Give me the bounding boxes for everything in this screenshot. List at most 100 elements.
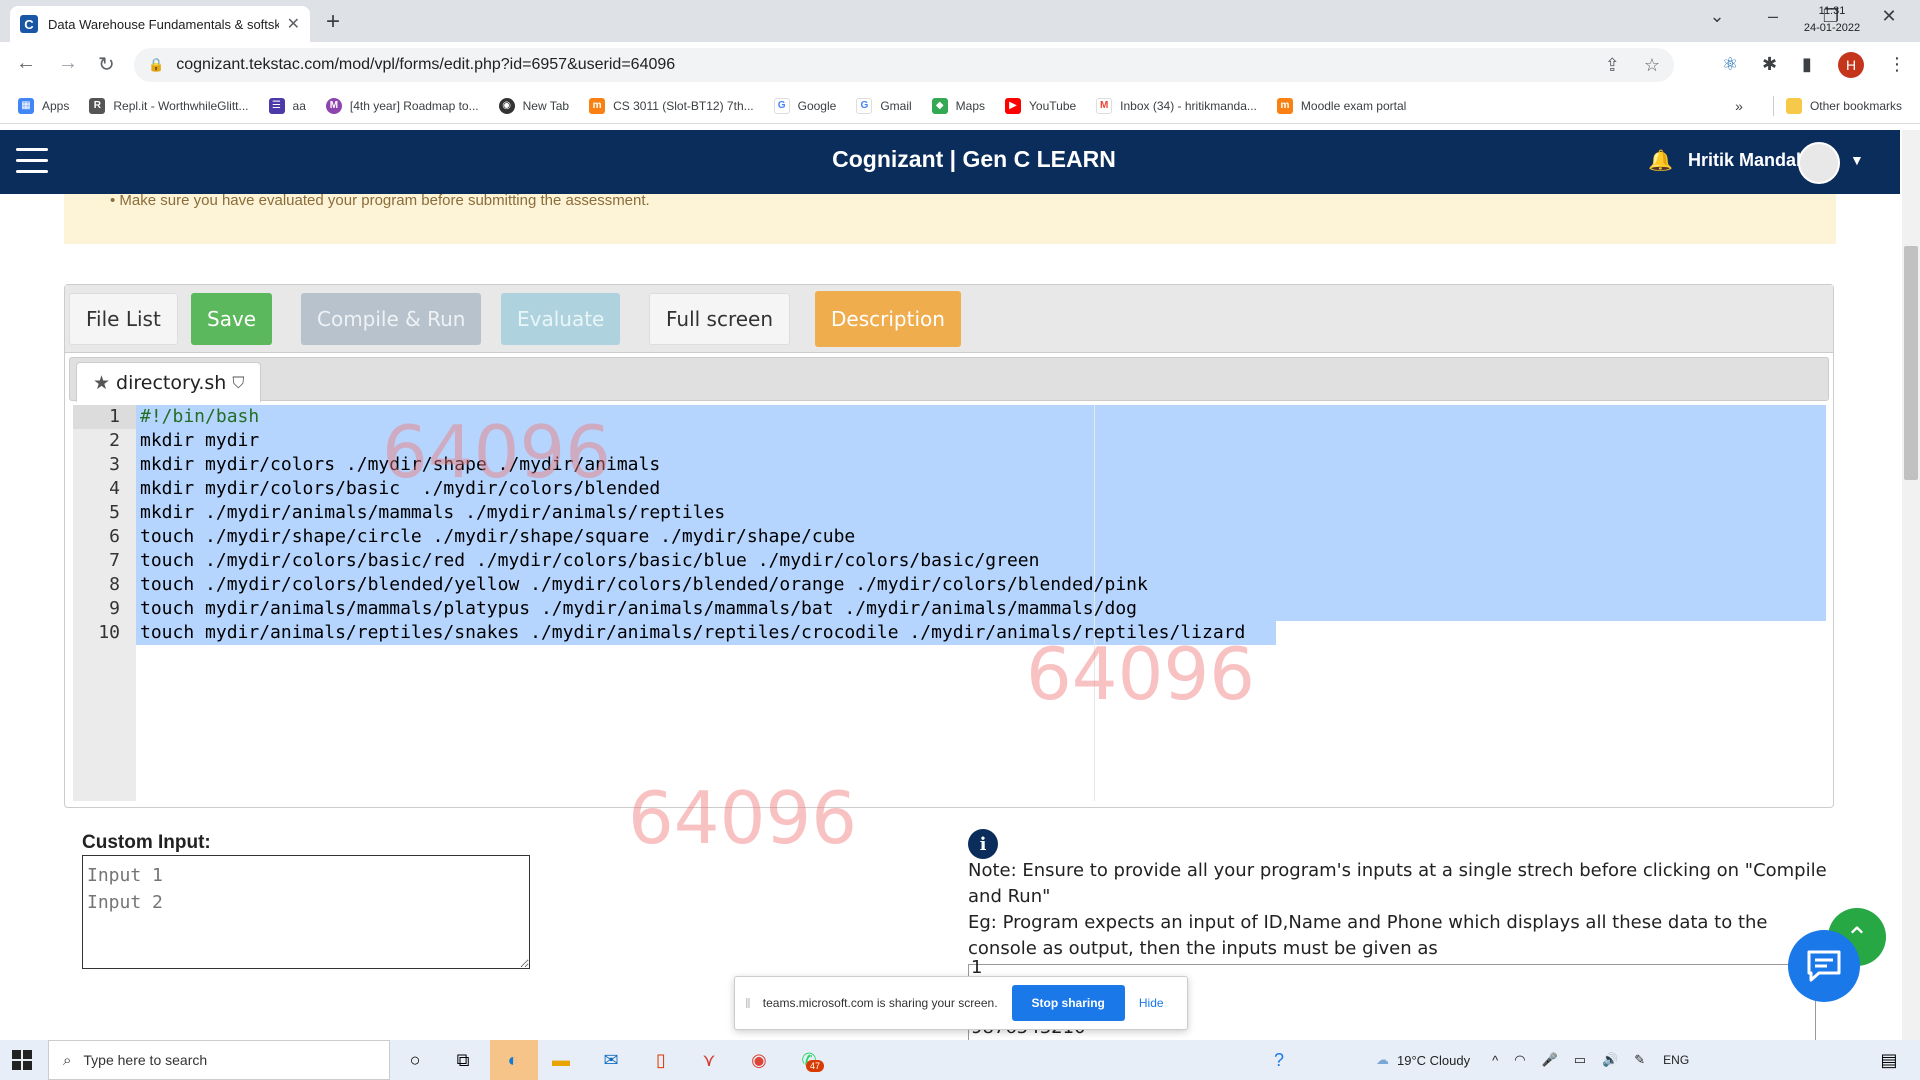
maps-icon: ◆ xyxy=(931,97,948,114)
tab-search-chevron-icon[interactable]: ⌄ xyxy=(1694,6,1740,27)
file-tab[interactable]: ★ directory.sh ⛉ xyxy=(76,362,262,402)
share-icon[interactable]: ⇪ xyxy=(1605,55,1620,76)
user-avatar[interactable] xyxy=(1798,142,1840,184)
bookmark-roadmap[interactable]: M [4th year] Roadmap to... xyxy=(325,97,479,114)
browser-tabstrip: C Data Warehouse Fundamentals & softsk ✕… xyxy=(0,0,1920,42)
bookmark-aa[interactable]: ☰ aa xyxy=(268,97,306,114)
bookmark-gmail[interactable]: G Gmail xyxy=(856,97,912,114)
task-view-icon[interactable]: ⧉ xyxy=(448,1046,478,1074)
edge-icon[interactable]: ◐ xyxy=(498,1046,528,1074)
user-name[interactable]: Hritik Mandal xyxy=(1688,150,1801,171)
side-panel-icon[interactable]: ▮ xyxy=(1802,54,1812,75)
clock-time: 11:31 xyxy=(1818,5,1846,17)
bookmark-inbox[interactable]: M Inbox (34) - hritikmanda... xyxy=(1096,97,1257,114)
line-number: 5 xyxy=(109,502,120,523)
bookmark-new-tab[interactable]: ◉ New Tab xyxy=(498,97,569,114)
address-bar[interactable]: 🔒 cognizant.tekstac.com/mod/vpl/forms/ed… xyxy=(134,48,1674,82)
code-line[interactable]: mkdir mydir/colors ./mydir/shape ./mydir… xyxy=(136,453,1829,477)
code-line[interactable]: touch mydir/animals/reptiles/snakes ./my… xyxy=(136,621,1829,645)
wifi-icon[interactable]: ◠ xyxy=(1514,1052,1525,1068)
drag-grip-icon[interactable]: ‖ xyxy=(745,995,751,1011)
custom-input-field[interactable] xyxy=(82,855,530,969)
reload-icon[interactable]: ↻ xyxy=(98,52,115,77)
mail-icon[interactable]: ✉ xyxy=(596,1046,626,1074)
browser-tab[interactable]: C Data Warehouse Fundamentals & softsk ✕ xyxy=(10,6,310,42)
compile-run-button[interactable]: Compile & Run xyxy=(301,293,482,345)
new-tab-icon[interactable]: + xyxy=(326,8,340,36)
moodle-icon: m xyxy=(589,97,606,114)
weather-text[interactable]: 19°C Cloudy xyxy=(1397,1053,1470,1068)
pen-icon[interactable]: ✎ xyxy=(1634,1052,1645,1068)
youtube-icon: ▶ xyxy=(1005,97,1022,114)
speaker-icon[interactable]: 🔊 xyxy=(1602,1052,1618,1068)
taskbar-search[interactable]: ⌕ Type here to search xyxy=(48,1040,390,1080)
evaluate-button[interactable]: Evaluate xyxy=(501,293,621,345)
url-text[interactable]: cognizant.tekstac.com/mod/vpl/forms/edit… xyxy=(176,56,1581,74)
profile-avatar[interactable]: H xyxy=(1838,52,1864,78)
bookmark-youtube[interactable]: ▶ YouTube xyxy=(1005,97,1076,114)
full-screen-button[interactable]: Full screen xyxy=(649,293,791,345)
close-window-icon[interactable]: ✕ xyxy=(1866,6,1912,27)
stop-sharing-button[interactable]: Stop sharing xyxy=(1011,985,1125,1021)
code-line[interactable]: mkdir mydir xyxy=(136,429,1829,453)
code-line[interactable]: #!/bin/bash xyxy=(136,405,1829,429)
forward-icon[interactable]: → xyxy=(58,52,78,75)
office-icon[interactable]: ▯ xyxy=(646,1046,676,1074)
bookmarks-right: » Other bookmarks xyxy=(1735,88,1902,124)
bookmark-google[interactable]: G Google xyxy=(773,97,836,114)
bookmark-replit[interactable]: R Repl.it - WorthwhileGlitt... xyxy=(89,97,249,114)
app-icon[interactable]: ⋎ xyxy=(694,1046,724,1074)
bookmark-cs3011[interactable]: m CS 3011 (Slot-BT12) 7th... xyxy=(589,97,754,114)
chat-button[interactable] xyxy=(1788,930,1860,1002)
taskbar-search-placeholder: Type here to search xyxy=(83,1052,208,1068)
tray-chevron-icon[interactable]: ^ xyxy=(1492,1053,1498,1068)
bookmark-moodle-exam[interactable]: m Moodle exam portal xyxy=(1276,97,1406,114)
back-icon[interactable]: ← xyxy=(16,52,36,75)
minimize-icon[interactable]: – xyxy=(1750,6,1796,27)
lock-icon[interactable]: 🔒 xyxy=(148,57,164,73)
code-line[interactable]: touch ./mydir/shape/circle ./mydir/shape… xyxy=(136,525,1829,549)
code-line[interactable]: mkdir ./mydir/animals/mammals ./mydir/an… xyxy=(136,501,1829,525)
notification-badge: 47 xyxy=(806,1060,825,1072)
browser-menu-icon[interactable]: ⋮ xyxy=(1888,54,1906,75)
code-editor[interactable]: 1 2 3 4 5 6 7 8 9 10 #!/bin/bash mkdir m… xyxy=(73,405,1829,801)
shield-icon: ⛉ xyxy=(232,372,245,392)
note-example: Eg: Program expects an input of ID,Name … xyxy=(968,912,1768,959)
extensions-puzzle-icon[interactable]: ✱ xyxy=(1762,54,1777,75)
file-explorer-icon[interactable]: ▬ xyxy=(546,1046,576,1074)
bookmark-maps[interactable]: ◆ Maps xyxy=(931,97,985,114)
taskbar-clock[interactable]: 11:31 24-01-2022 xyxy=(1800,3,1864,37)
note-text: Note: Ensure to provide all your program… xyxy=(968,860,1827,907)
user-menu-caret-icon[interactable]: ▼ xyxy=(1850,152,1864,168)
code-text-area[interactable]: #!/bin/bash mkdir mydir mkdir mydir/colo… xyxy=(136,405,1829,801)
bookmark-apps[interactable]: ▦ Apps xyxy=(18,97,69,114)
language-indicator[interactable]: ENG xyxy=(1663,1053,1689,1067)
other-bookmarks[interactable]: Other bookmarks xyxy=(1810,99,1902,113)
windows-start-icon[interactable] xyxy=(12,1050,32,1070)
code-line[interactable]: touch mydir/animals/mammals/platypus ./m… xyxy=(136,597,1829,621)
notifications-icon[interactable]: ▤ xyxy=(1874,1046,1904,1074)
code-line[interactable]: touch ./mydir/colors/blended/yellow ./my… xyxy=(136,573,1829,597)
bookmarks-overflow-icon[interactable]: » xyxy=(1735,98,1743,114)
code-line[interactable]: touch ./mydir/colors/basic/red ./mydir/c… xyxy=(136,549,1829,573)
battery-icon[interactable]: ▭ xyxy=(1574,1052,1586,1068)
bookmark-star-icon[interactable]: ☆ xyxy=(1644,55,1660,76)
microphone-icon[interactable]: 🎤 xyxy=(1542,1052,1558,1068)
page-scrollbar-thumb[interactable] xyxy=(1904,246,1918,480)
react-devtools-icon[interactable]: ⚛ xyxy=(1722,54,1738,75)
help-icon[interactable]: ? xyxy=(1264,1046,1294,1074)
bookmarks-divider xyxy=(1772,96,1774,116)
save-button[interactable]: Save xyxy=(191,293,273,345)
line-number: 3 xyxy=(109,454,120,475)
chrome-icon[interactable]: ◉ xyxy=(744,1046,774,1074)
line-number: 7 xyxy=(109,550,120,571)
chat-icon xyxy=(1807,950,1841,982)
close-tab-icon[interactable]: ✕ xyxy=(287,14,300,34)
hide-sharing-link[interactable]: Hide xyxy=(1139,996,1164,1010)
file-list-button[interactable]: File List xyxy=(69,293,178,345)
cortana-icon[interactable]: ○ xyxy=(400,1046,430,1074)
bell-icon[interactable]: 🔔 xyxy=(1648,148,1673,173)
vpl-editor-panel: File List Save Compile & Run Evaluate Fu… xyxy=(64,284,1834,808)
code-line[interactable]: mkdir mydir/colors/basic ./mydir/colors/… xyxy=(136,477,1829,501)
description-button[interactable]: Description xyxy=(815,291,961,347)
